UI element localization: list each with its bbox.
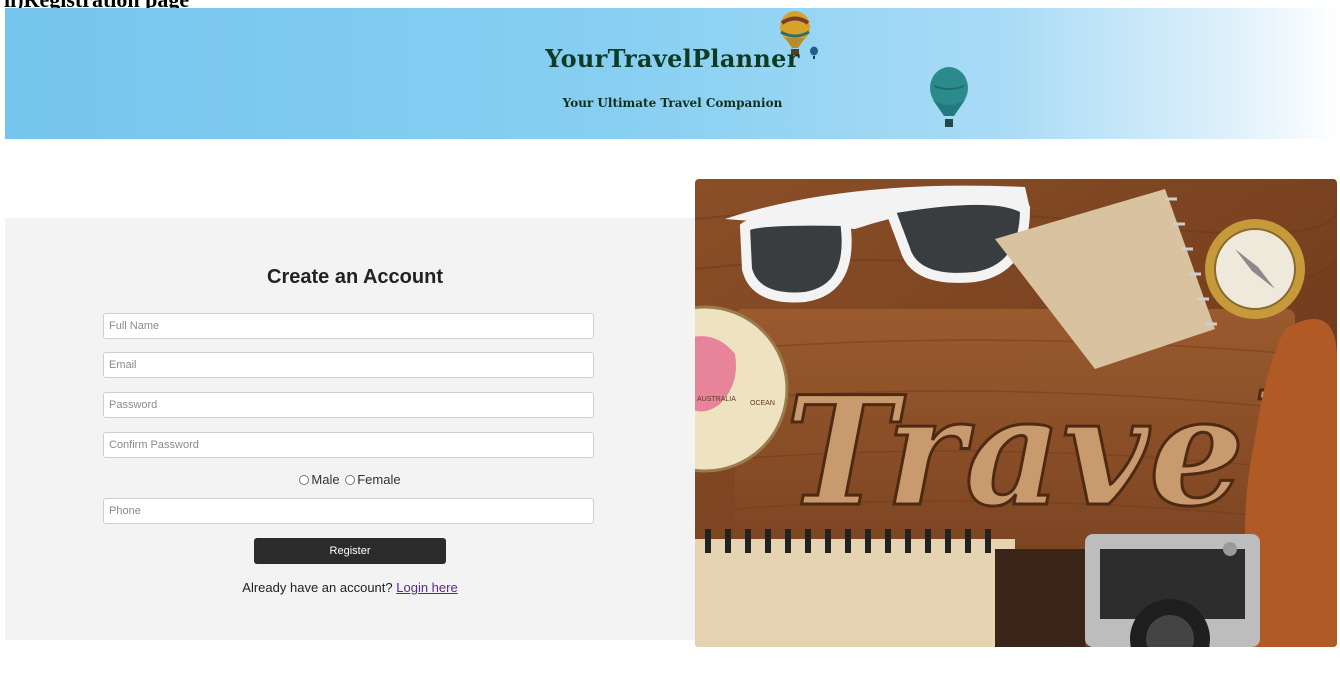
- login-prompt-row: Already have an account? Login here: [5, 580, 695, 595]
- site-tagline: Your Ultimate Travel Companion: [562, 96, 783, 110]
- gender-male-radio[interactable]: [299, 474, 310, 485]
- password-input[interactable]: [103, 392, 594, 418]
- travel-flatlay-illustration: Travel AUSTRALIA OCEAN: [695, 179, 1337, 647]
- camera: [1085, 534, 1260, 647]
- travel-hero-image: Travel AUSTRALIA OCEAN: [695, 179, 1337, 647]
- wallet: [995, 549, 1085, 647]
- form-heading: Create an Account: [267, 266, 443, 288]
- gender-male-label: Male: [311, 472, 340, 487]
- registration-card: Create an Account Male Female Register A…: [5, 218, 695, 640]
- register-button[interactable]: Register: [254, 538, 446, 564]
- gender-female-option[interactable]: Female: [345, 472, 401, 487]
- full-name-input[interactable]: [103, 313, 594, 339]
- travel-word: Travel: [785, 364, 1302, 540]
- notebook-bottom: [695, 529, 1015, 647]
- email-input[interactable]: [103, 352, 594, 378]
- gender-female-radio[interactable]: [345, 474, 356, 485]
- confirm-password-input[interactable]: [103, 432, 594, 458]
- site-banner: YourTravelPlanner Your Ultimate Travel C…: [5, 8, 1340, 139]
- gender-selector: Male Female: [5, 472, 695, 488]
- compass: [1205, 219, 1305, 319]
- phone-input[interactable]: [103, 498, 594, 524]
- site-title: YourTravelPlanner: [545, 44, 800, 73]
- login-prompt-text: Already have an account?: [242, 580, 393, 595]
- svg-text:OCEAN: OCEAN: [750, 400, 775, 407]
- gender-male-option[interactable]: Male: [299, 472, 340, 487]
- svg-text:AUSTRALIA: AUSTRALIA: [697, 396, 736, 403]
- login-link[interactable]: Login here: [396, 580, 457, 595]
- gender-female-label: Female: [357, 472, 401, 487]
